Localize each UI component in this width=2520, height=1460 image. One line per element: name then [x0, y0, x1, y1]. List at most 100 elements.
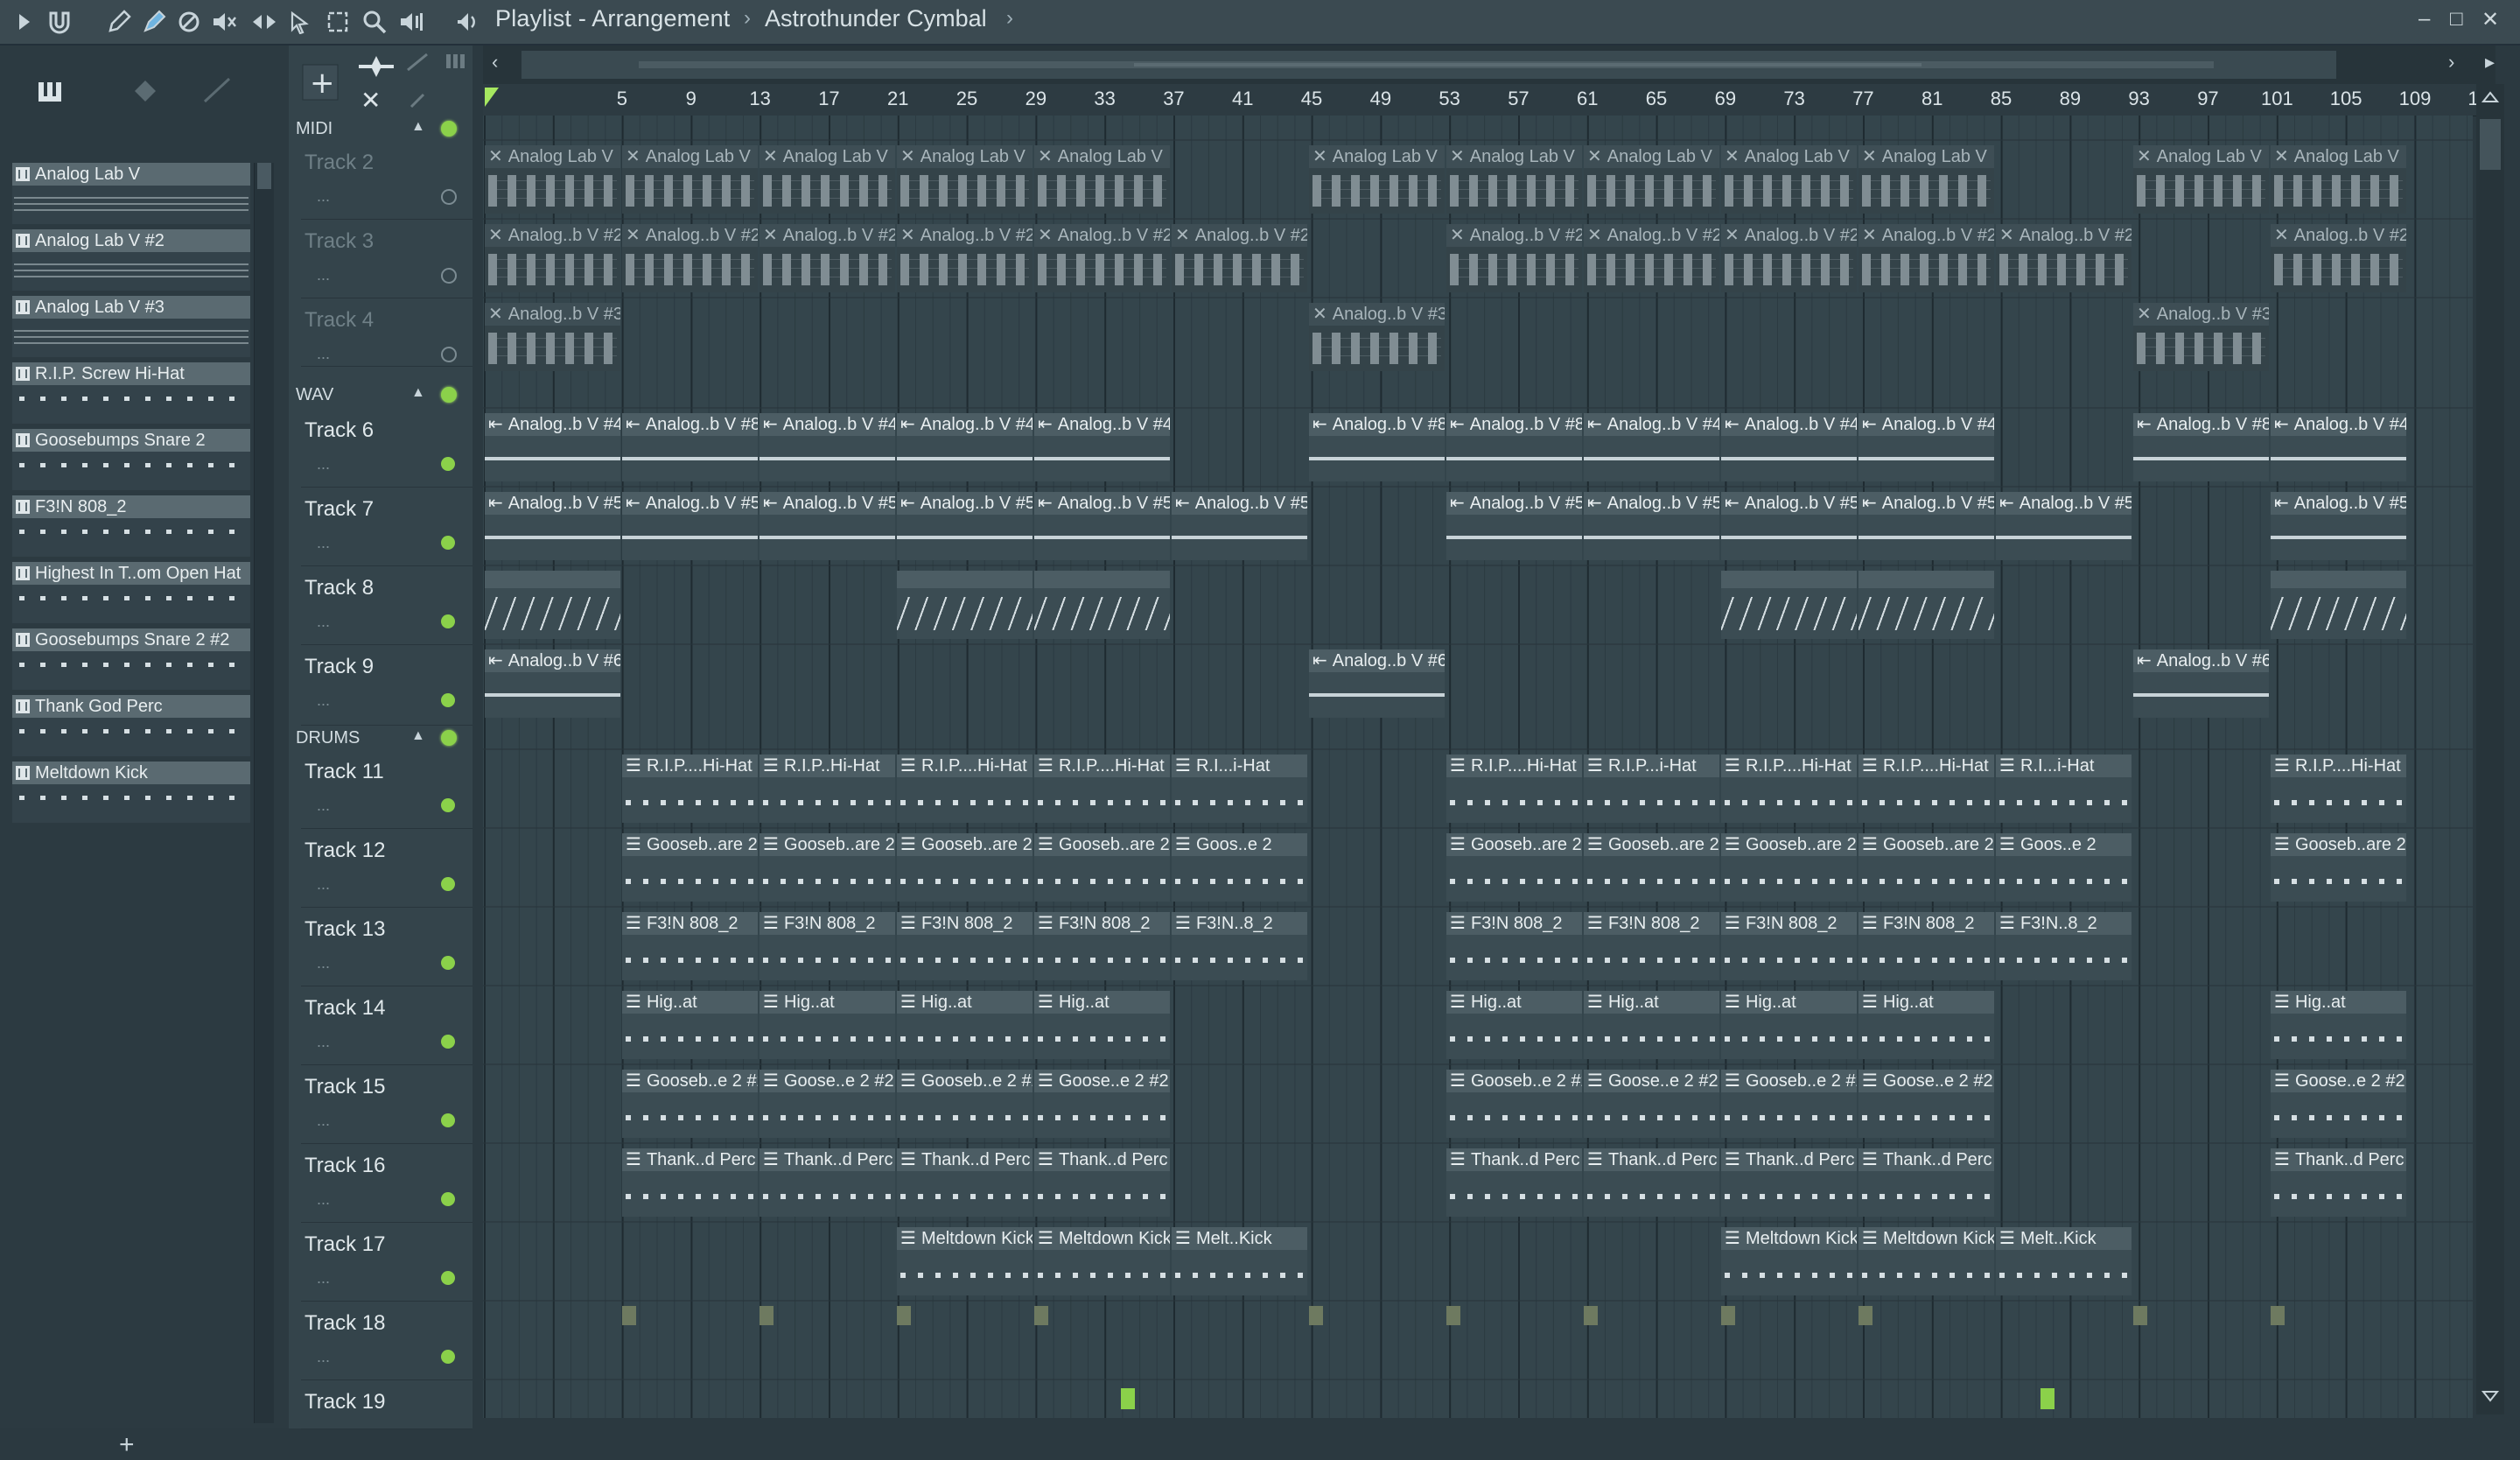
pattern-clip[interactable]: ☰ Melt..Kick [1996, 1227, 2132, 1295]
pattern-clip[interactable]: ☰ Hig..at [897, 991, 1032, 1059]
pattern-clip[interactable]: ☰ Gooseb..e 2 #2 [622, 1070, 758, 1138]
automation-clip[interactable] [1584, 1306, 1598, 1325]
pattern-clip[interactable]: ☰ R.I.P....Hi-Hat [1858, 755, 1994, 823]
pattern-clip[interactable]: ⇤ Analog..b V #5 [1721, 492, 1857, 560]
picker-item[interactable]: Highest In T..om Open Hat [12, 562, 250, 628]
pattern-clip[interactable]: ✕ Analog..b V #3 [2133, 303, 2269, 371]
picker-item[interactable]: Goosebumps Snare 2 [12, 429, 250, 495]
track-name[interactable]: Track 17 [304, 1232, 385, 1257]
scroll-up-icon[interactable] [2476, 84, 2504, 110]
pattern-clip[interactable]: ☰ R.I...i-Hat [1996, 755, 2132, 823]
pattern-clip[interactable]: ☰ Gooseb..are 2 [1721, 833, 1857, 902]
audio-clip[interactable] [897, 571, 1032, 639]
track-header[interactable]: Track 6... [301, 408, 472, 488]
collapse-arrow-icon[interactable]: ▲ [411, 728, 425, 744]
pattern-clip[interactable]: ⇤ Analog..b V #5 [1446, 492, 1582, 560]
track-header[interactable]: Track 12... [301, 828, 472, 908]
pattern-clip[interactable]: ☰ F3!N 808_2 [1034, 912, 1170, 980]
pattern-clip[interactable]: ☰ Hig..at [622, 991, 758, 1059]
pattern-clip[interactable]: ☰ F3!N 808_2 [622, 912, 758, 980]
pattern-clip[interactable]: ⇤ Analog..b V #5 [485, 492, 620, 560]
track-menu-dots[interactable]: ... [317, 266, 330, 284]
pencil-icon[interactable] [102, 0, 136, 44]
track-led-icon[interactable] [441, 1113, 455, 1127]
pattern-clip[interactable]: ⇤ Analog..b V #5 [1172, 492, 1307, 560]
automation-clip[interactable] [1034, 1306, 1048, 1325]
automation-clip[interactable] [2271, 1306, 2285, 1325]
track-header[interactable]: Track 2... [301, 140, 472, 220]
track-menu-dots[interactable]: ... [317, 691, 330, 710]
pattern-clip[interactable]: ✕ Analog Lab V [1309, 145, 1445, 214]
track-menu-dots[interactable]: ... [317, 187, 330, 206]
scroll-down-icon[interactable] [2476, 1383, 2504, 1409]
collapse-arrow-icon[interactable]: ▲ [411, 385, 425, 401]
track-menu-dots[interactable]: ... [317, 1348, 330, 1366]
track-name[interactable]: Track 4 [304, 308, 374, 333]
pattern-clip[interactable]: ☰ Gooseb..e 2 #2 [897, 1070, 1032, 1138]
maximize-button[interactable]: □ [2450, 7, 2463, 32]
pattern-clip[interactable]: ☰ F3!N 808_2 [1721, 912, 1857, 980]
pattern-clip[interactable]: ⇤ Analog..b V #4 [1721, 413, 1857, 481]
track-menu-dots[interactable]: ... [317, 875, 330, 894]
automation-clip[interactable] [1858, 1306, 1872, 1325]
track-name[interactable]: Track 19 [304, 1390, 385, 1414]
pattern-clip[interactable]: ⇤ Analog..b V #5 [2271, 492, 2406, 560]
pattern-clip[interactable]: ☰ Gooseb..are 2 [897, 833, 1032, 902]
vertical-scroll-thumb[interactable] [2480, 119, 2501, 170]
pattern-clip[interactable]: ☰ Thank..d Perc [2271, 1148, 2406, 1217]
pattern-clip[interactable]: ☰ Gooseb..are 2 [2271, 833, 2406, 902]
pattern-clip[interactable]: ☰ R.I.P....Hi-Hat [1034, 755, 1170, 823]
pattern-clip[interactable]: ⇤ Analog..b V #5 [1034, 492, 1170, 560]
track-header[interactable]: Track 14... [301, 986, 472, 1065]
pattern-clip[interactable]: ⇤ Analog..b V #8 [1446, 413, 1582, 481]
track-header[interactable]: Track 7... [301, 487, 472, 566]
pattern-clip[interactable]: ☰ Gooseb..are 2 [760, 833, 895, 902]
track-menu-dots[interactable]: ... [317, 613, 330, 631]
track-name[interactable]: Track 2 [304, 151, 374, 175]
pattern-clip[interactable]: ✕ Analog..b V #2 [1034, 224, 1170, 292]
track-led-icon[interactable] [441, 1192, 455, 1206]
automation-clip[interactable] [622, 1306, 636, 1325]
track-menu-dots[interactable]: ... [317, 1269, 330, 1288]
pattern-clip[interactable]: ☰ Thank..d Perc [1446, 1148, 1582, 1217]
automation-clip[interactable] [897, 1306, 911, 1325]
pattern-clip[interactable]: ☰ Hig..at [1034, 991, 1170, 1059]
pattern-clip[interactable]: ✕ Analog Lab V [1721, 145, 1857, 214]
picker-item[interactable]: F3!N 808_2 [12, 495, 250, 562]
pattern-clip[interactable]: ☰ F3!N 808_2 [1446, 912, 1582, 980]
pattern-clip[interactable]: ✕ Analog Lab V [2271, 145, 2406, 214]
group-led-icon[interactable] [441, 387, 457, 403]
track-menu-dots[interactable]: ... [317, 345, 330, 363]
track-menu-dots[interactable]: ... [317, 1190, 330, 1209]
track-name[interactable]: Track 18 [304, 1311, 385, 1336]
track-led-icon[interactable] [441, 877, 455, 891]
pattern-clip[interactable]: ✕ Analog Lab V [1858, 145, 1994, 214]
track-menu-dots[interactable]: ... [317, 797, 330, 815]
pattern-clip[interactable]: ☰ F3!N 808_2 [1584, 912, 1719, 980]
track-name[interactable]: Track 3 [304, 229, 374, 254]
picker-item[interactable]: Analog Lab V [12, 163, 250, 229]
pattern-clip[interactable]: ✕ Analog..b V #2 [760, 224, 895, 292]
zoom-icon[interactable] [357, 0, 392, 44]
scroll-left-button[interactable]: ‹ [492, 51, 498, 74]
track-led-icon[interactable] [441, 457, 455, 471]
track-header[interactable]: Track 19 [301, 1379, 472, 1429]
pattern-clip[interactable]: ☰ Goos..e 2 [1996, 833, 2132, 902]
pattern-clip[interactable]: ☰ Hig..at [1446, 991, 1582, 1059]
pattern-clip[interactable]: ✕ Analog Lab V [2133, 145, 2269, 214]
pattern-clip[interactable]: ✕ Analog..b V #2 [1996, 224, 2132, 292]
pattern-clip[interactable]: ☰ Gooseb..are 2 [1034, 833, 1170, 902]
track-led-icon[interactable] [441, 1035, 455, 1049]
pattern-clip[interactable]: ⇤ Analog..b V #5 [1584, 492, 1719, 560]
pattern-clip[interactable]: ⇤ Analog..b V #8 [1309, 413, 1445, 481]
automation-clip[interactable] [760, 1306, 774, 1325]
pattern-clip[interactable]: ☰ R.I.P....Hi-Hat [2271, 755, 2406, 823]
audio-clip[interactable] [2040, 1388, 2055, 1409]
pattern-clip[interactable]: ⇤ Analog..b V #4 [1584, 413, 1719, 481]
track-led-icon[interactable] [441, 536, 455, 550]
pattern-clip[interactable]: ☰ Meltdown Kick [1858, 1227, 1994, 1295]
pattern-clip[interactable]: ⇤ Analog..b V #5 [622, 492, 758, 560]
pattern-clip[interactable]: ☰ Meltdown Kick [1721, 1227, 1857, 1295]
pattern-clip[interactable]: ☰ F3!N 808_2 [760, 912, 895, 980]
pattern-clip[interactable]: ☰ R.I.P..Hi-Hat [760, 755, 895, 823]
